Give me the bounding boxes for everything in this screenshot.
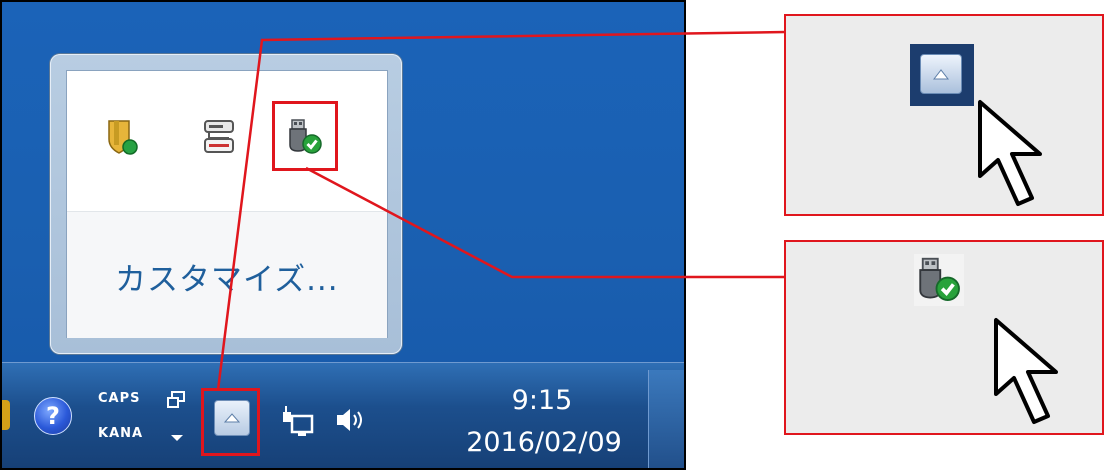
usb-icon-highlight <box>272 101 338 171</box>
partial-tray-icon[interactable] <box>2 400 10 430</box>
customize-link[interactable]: カスタマイズ... <box>115 254 339 299</box>
show-desktop-button[interactable] <box>648 370 684 468</box>
clock-time[interactable]: 9:15 <box>472 385 612 416</box>
callout-panel-usb <box>784 240 1104 435</box>
mouse-cursor-icon <box>982 316 1072 434</box>
expand-button-highlight <box>201 388 260 456</box>
notification-area-overflow-flyout: カスタマイズ... <box>50 54 402 354</box>
usb-safely-remove-icon <box>919 257 960 301</box>
show-hidden-icons-button-zoom <box>910 44 974 106</box>
callout-panel-expand <box>784 14 1104 216</box>
input-mode-icon[interactable] <box>166 390 188 410</box>
chevron-up-icon <box>932 69 950 80</box>
security-shield-icon[interactable] <box>103 117 143 157</box>
mouse-cursor-icon <box>966 98 1056 214</box>
clock-date[interactable]: 2016/02/09 <box>434 427 654 458</box>
volume-icon[interactable] <box>334 404 368 436</box>
windows-screenshot: カスタマイズ... ? CAPS KANA 9:15 2016/02/09 <box>0 0 686 470</box>
usb-safely-remove-icon-zoom <box>914 254 964 306</box>
flyout-content: カスタマイズ... <box>66 70 388 338</box>
caps-indicator: CAPS <box>98 391 141 406</box>
network-drive-icon[interactable] <box>199 117 239 157</box>
network-icon[interactable] <box>280 402 316 438</box>
customize-area: カスタマイズ... <box>67 212 387 338</box>
kana-indicator: KANA <box>98 426 144 441</box>
hidden-icons-row <box>67 71 387 211</box>
chevron-down-icon[interactable] <box>170 428 184 441</box>
help-icon[interactable]: ? <box>34 397 72 435</box>
